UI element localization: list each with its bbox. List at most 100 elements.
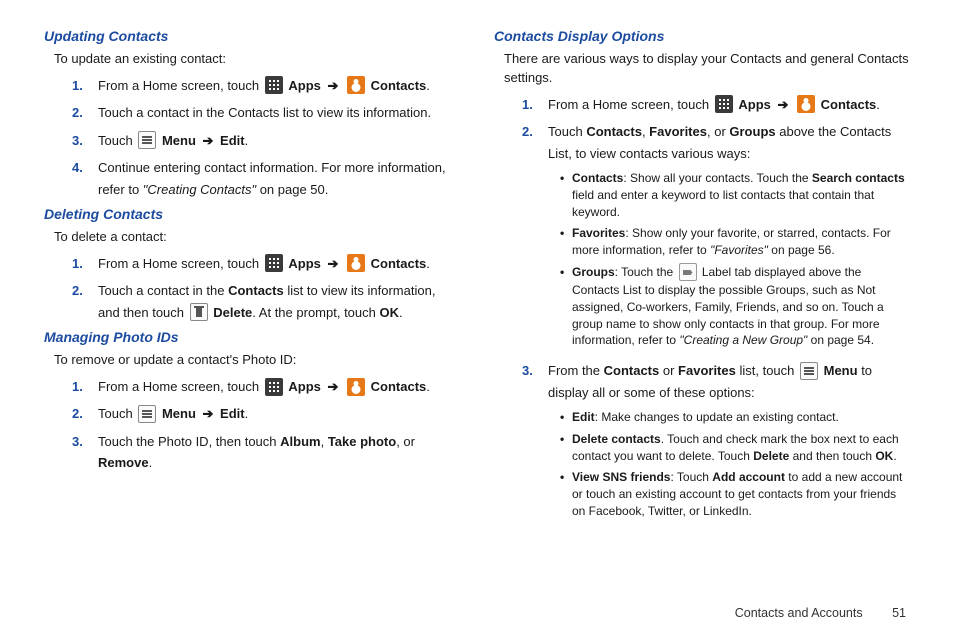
text: From a Home screen, touch xyxy=(98,379,263,394)
step-number: 4. xyxy=(72,157,92,178)
arrow-icon: ➔ xyxy=(777,97,788,112)
text: . xyxy=(426,256,430,271)
step-text: From a Home screen, touch Apps ➔ Contact… xyxy=(98,75,460,96)
text: : Show all your contacts. Touch the xyxy=(623,171,812,185)
delete-label: Delete xyxy=(213,305,252,320)
arrow-icon: ➔ xyxy=(203,406,214,421)
step-number: 2. xyxy=(522,121,542,142)
heading-updating-contacts: Updating Contacts xyxy=(44,28,460,44)
steps-list: 1. From a Home screen, touch Apps ➔ Cont… xyxy=(72,253,460,323)
menu-icon xyxy=(138,405,156,423)
step-text: Touch Menu ➔ Edit. xyxy=(98,130,460,151)
heading-managing-photo-ids: Managing Photo IDs xyxy=(44,329,460,345)
text: : Touch the xyxy=(615,265,677,279)
text: . xyxy=(893,449,896,463)
text: Favorites xyxy=(678,363,736,378)
contacts-icon xyxy=(797,95,815,113)
ok-label: OK xyxy=(379,305,399,320)
text: OK xyxy=(875,449,893,463)
text: on page 54. xyxy=(807,333,874,347)
apps-label: Apps xyxy=(288,379,321,394)
text: Groups xyxy=(572,265,615,279)
contacts-label: Contacts xyxy=(371,379,427,394)
menu-icon xyxy=(138,131,156,149)
steps-list: 1. From a Home screen, touch Apps ➔ Cont… xyxy=(522,94,910,525)
step-item: 2. Touch Menu ➔ Edit. xyxy=(72,403,460,424)
intro-text: To update an existing contact: xyxy=(54,50,460,69)
text: , or xyxy=(707,124,729,139)
text: and then touch xyxy=(789,449,875,463)
text: Groups xyxy=(729,124,775,139)
step-item: 2. Touch Contacts, Favorites, or Groups … xyxy=(522,121,910,354)
bullet-item: •Favorites: Show only your favorite, or … xyxy=(560,225,910,259)
text: list, touch xyxy=(736,363,798,378)
intro-text: To delete a contact: xyxy=(54,228,460,247)
page-footer: Contacts and Accounts 51 xyxy=(735,606,906,620)
reference-link: "Favorites" xyxy=(710,243,768,257)
step-item: 2. Touch a contact in the Contacts list … xyxy=(72,102,460,123)
step-number: 3. xyxy=(72,130,92,151)
text: Add account xyxy=(712,470,785,484)
text: Search contacts xyxy=(812,171,905,185)
text: Remove xyxy=(98,455,149,470)
arrow-icon: ➔ xyxy=(203,133,214,148)
text: Touch the Photo ID, then touch xyxy=(98,434,280,449)
text: Touch a contact in the xyxy=(98,283,228,298)
step-number: 3. xyxy=(72,431,92,452)
bullet-text: Edit: Make changes to update an existing… xyxy=(572,409,910,426)
text: Touch xyxy=(548,124,586,139)
text: or xyxy=(659,363,678,378)
text: , or xyxy=(396,434,415,449)
apps-label: Apps xyxy=(288,256,321,271)
bullet-dot: • xyxy=(560,264,572,281)
step-item: 4. Continue entering contact information… xyxy=(72,157,460,200)
bullet-item: •Contacts: Show all your contacts. Touch… xyxy=(560,170,910,220)
step-item: 3. Touch the Photo ID, then touch Album,… xyxy=(72,431,460,474)
contacts-label: Contacts xyxy=(371,256,427,271)
step-number: 1. xyxy=(72,253,92,274)
step-number: 1. xyxy=(72,376,92,397)
text: , xyxy=(321,434,328,449)
apps-icon xyxy=(265,76,283,94)
contacts-icon xyxy=(347,378,365,396)
bullet-text: View SNS friends: Touch Add account to a… xyxy=(572,469,910,519)
text: . xyxy=(426,78,430,93)
page-number: 51 xyxy=(892,606,906,620)
bullet-dot: • xyxy=(560,431,572,448)
bullet-item: •Groups: Touch the Label tab displayed a… xyxy=(560,264,910,349)
steps-list: 1. From a Home screen, touch Apps ➔ Cont… xyxy=(72,376,460,474)
step-item: 2. Touch a contact in the Contacts list … xyxy=(72,280,460,323)
sub-bullet-list: •Contacts: Show all your contacts. Touch… xyxy=(560,170,910,349)
menu-label: Menu xyxy=(162,406,196,421)
step-item: 3. From the Contacts or Favorites list, … xyxy=(522,360,910,525)
text: Delete contacts xyxy=(572,432,661,446)
heading-deleting-contacts: Deleting Contacts xyxy=(44,206,460,222)
text: From a Home screen, touch xyxy=(98,78,263,93)
text: Contacts xyxy=(228,283,284,298)
step-text: Touch Menu ➔ Edit. xyxy=(98,403,460,424)
intro-text: To remove or update a contact's Photo ID… xyxy=(54,351,460,370)
text: . xyxy=(245,133,249,148)
text: From a Home screen, touch xyxy=(98,256,263,271)
contacts-label: Contacts xyxy=(371,78,427,93)
step-number: 2. xyxy=(72,403,92,424)
text: Favorites xyxy=(649,124,707,139)
text: : Make changes to update an existing con… xyxy=(595,410,839,424)
text: on page 50. xyxy=(260,182,329,197)
reference-link: "Creating Contacts" xyxy=(143,182,256,197)
section-name: Contacts and Accounts xyxy=(735,606,863,620)
text: Contacts xyxy=(572,171,623,185)
step-text: Touch a contact in the Contacts list to … xyxy=(98,280,460,323)
text: on page 56. xyxy=(768,243,835,257)
text: Favorites xyxy=(572,226,625,240)
text: Take photo xyxy=(328,434,396,449)
text: . xyxy=(399,305,403,320)
menu-label: Menu xyxy=(824,363,858,378)
steps-list: 1. From a Home screen, touch Apps ➔ Cont… xyxy=(72,75,460,200)
bullet-dot: • xyxy=(560,170,572,187)
text: View SNS friends xyxy=(572,470,670,484)
bullet-text: Delete contacts. Touch and check mark th… xyxy=(572,431,910,465)
step-text: From a Home screen, touch Apps ➔ Contact… xyxy=(548,94,910,115)
text: Album xyxy=(280,434,320,449)
text: field and enter a keyword to list contac… xyxy=(572,188,874,219)
